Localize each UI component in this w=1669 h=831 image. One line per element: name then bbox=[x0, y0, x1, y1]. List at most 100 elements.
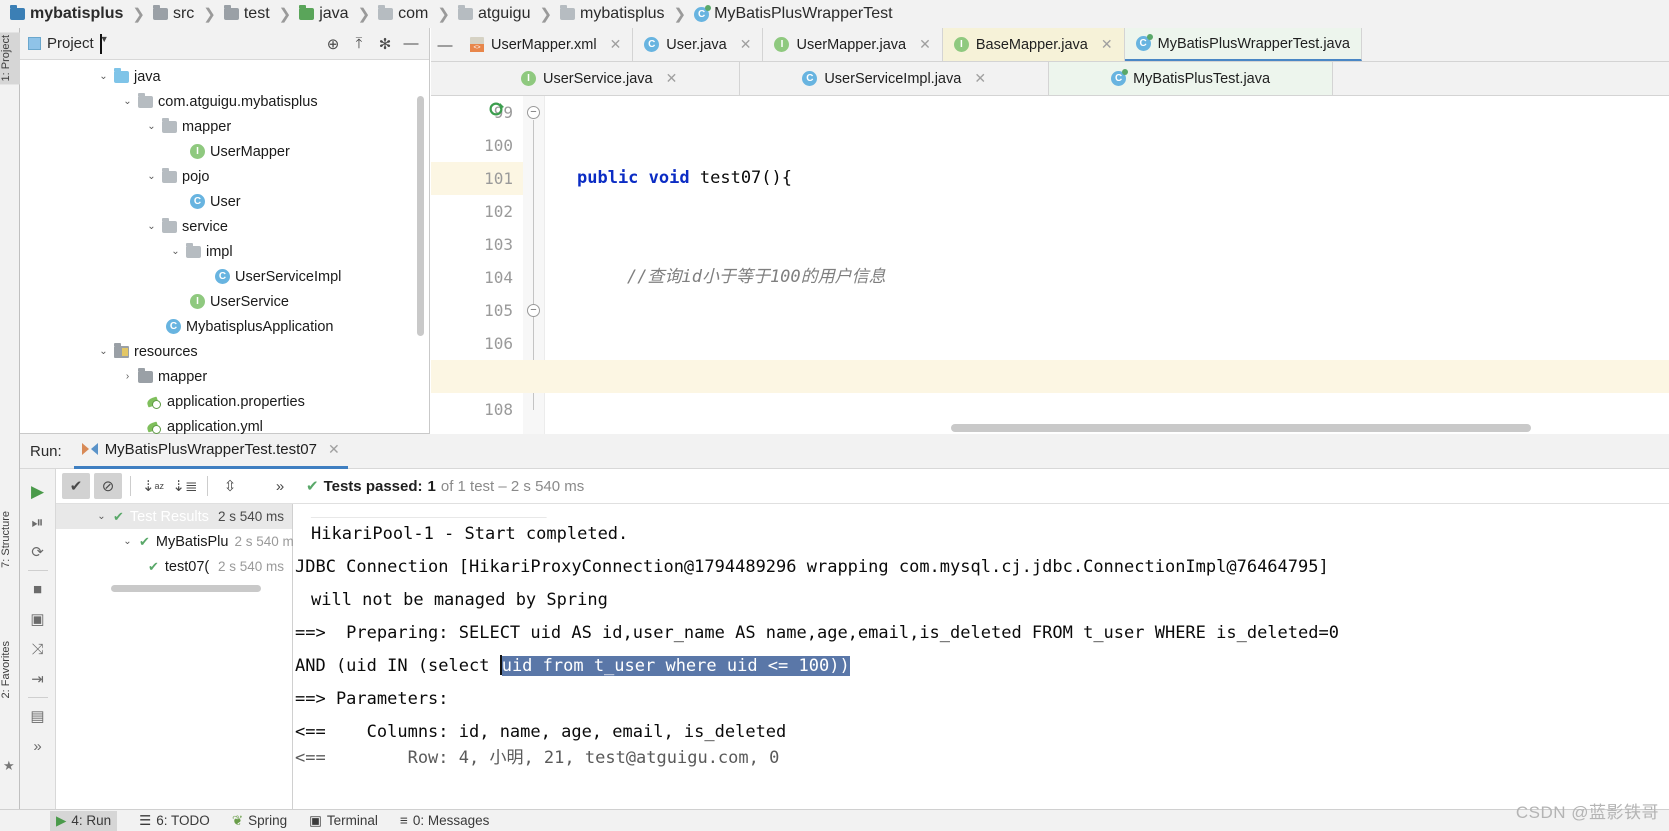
test-results-tree[interactable]: ⌄ ✔ Test Results 2 s 540 ms ⌄ ✔ MyBatisP… bbox=[56, 504, 300, 809]
sidebar-item-structure[interactable]: 7: Structure bbox=[0, 508, 20, 571]
run-configuration-tab[interactable]: MyBatisPlusWrapperTest.test07 ✕ bbox=[73, 434, 348, 469]
tree-item-application-properties[interactable]: application.properties bbox=[20, 389, 429, 414]
chevron-down-icon[interactable]: ⌄ bbox=[122, 536, 133, 547]
test-tree-root[interactable]: ⌄ ✔ Test Results 2 s 540 ms bbox=[56, 504, 292, 529]
passed-icon: ✔ bbox=[139, 533, 150, 549]
close-icon[interactable]: ✕ bbox=[1101, 36, 1113, 53]
expand-collapse-button[interactable]: ⇳ bbox=[216, 473, 244, 499]
layout-icon[interactable]: ▤ bbox=[23, 701, 53, 731]
tree-item-pojo[interactable]: ⌄ pojo bbox=[20, 164, 429, 189]
status-item-run[interactable]: ▶ 4: Run bbox=[50, 810, 118, 831]
tree-item-java[interactable]: ⌄ java bbox=[20, 64, 429, 89]
tab-usermapper-java[interactable]: I UserMapper.java ✕ bbox=[763, 28, 943, 61]
show-passed-button[interactable]: ✔ bbox=[62, 473, 90, 499]
chevron-down-icon[interactable]: ⌄ bbox=[96, 511, 107, 522]
more-options-button[interactable]: » bbox=[266, 473, 294, 499]
hide-ignored-button[interactable]: ⊘ bbox=[94, 473, 122, 499]
sidebar-item-project[interactable]: 1: Project bbox=[0, 32, 20, 85]
fold-collapse-icon[interactable]: − bbox=[527, 304, 540, 317]
code-editor[interactable]: 99 100 101 102 103 104 105 106 107 108 −… bbox=[431, 96, 1669, 434]
project-tool-window: Project ▼ ⊕ ⤒ ✻ — ⌄ java ⌄ com.atguigu.m… bbox=[20, 28, 430, 434]
chevron-down-icon[interactable]: ▼ bbox=[99, 33, 109, 54]
close-icon[interactable]: ✕ bbox=[610, 36, 622, 53]
test-tree-method[interactable]: ✔ test07( 2 s 540 ms bbox=[56, 554, 292, 579]
screenshot-icon[interactable]: ▣ bbox=[23, 604, 53, 634]
tree-item-usermapper[interactable]: I UserMapper bbox=[20, 139, 429, 164]
editor-horizontal-scrollbar[interactable] bbox=[951, 424, 1531, 432]
sidebar-item-favorites[interactable]: 2: Favorites bbox=[0, 638, 20, 701]
status-item-terminal[interactable]: ▣ Terminal bbox=[309, 813, 378, 829]
close-icon[interactable]: ✕ bbox=[328, 441, 340, 458]
import-icon[interactable]: ⇥ bbox=[23, 664, 53, 694]
tree-item-user[interactable]: C User bbox=[20, 189, 429, 214]
locate-icon[interactable]: ⊕ bbox=[323, 34, 343, 54]
export-icon[interactable]: ⤨ bbox=[23, 634, 53, 664]
breadcrumb-item-com[interactable]: com ❯ bbox=[376, 5, 456, 23]
code-content[interactable]: public void test07(){ //查询id小于等于100的用户信息… bbox=[431, 96, 1669, 434]
chevron-down-icon[interactable]: ⌄ bbox=[146, 171, 157, 182]
chevron-down-icon[interactable]: ⌄ bbox=[98, 346, 109, 357]
console-line-with-selection[interactable]: AND (uid IN (select uid from t_user wher… bbox=[293, 650, 1669, 683]
tree-item-mybatisplusapplication[interactable]: C MybatisplusApplication bbox=[20, 314, 429, 339]
tab-usermapper-xml[interactable]: UserMapper.xml ✕ bbox=[459, 28, 634, 61]
chevron-down-icon[interactable]: ⌄ bbox=[146, 221, 157, 232]
tree-item-com-atguigu-mybatisplus[interactable]: ⌄ com.atguigu.mybatisplus bbox=[20, 89, 429, 114]
project-tree-scrollbar[interactable] bbox=[417, 96, 424, 336]
fold-collapse-icon[interactable]: − bbox=[527, 106, 540, 119]
close-icon[interactable]: ✕ bbox=[666, 70, 678, 87]
line-number: 103 bbox=[484, 235, 513, 254]
run-side-toolbar: ▶ ⏯ ⟳ ■ ▣ ⤨ ⇥ ▤ » bbox=[20, 469, 56, 809]
tab-userservice-java[interactable]: I UserService.java ✕ bbox=[459, 62, 741, 95]
breadcrumb-item-test[interactable]: test ❯ bbox=[222, 5, 297, 23]
tree-item-resources-mapper[interactable]: › mapper bbox=[20, 364, 429, 389]
tab-mybatispluswrappertest-java[interactable]: C MyBatisPlusWrapperTest.java bbox=[1124, 28, 1362, 61]
breadcrumb-item-atguigu[interactable]: atguigu ❯ bbox=[456, 5, 558, 23]
stop-icon[interactable]: ■ bbox=[23, 574, 53, 604]
test-tree-class[interactable]: ⌄ ✔ MyBatisPlu 2 s 540 ms bbox=[56, 529, 300, 554]
breadcrumb-item-java[interactable]: java ❯ bbox=[297, 5, 376, 23]
status-item-messages[interactable]: ≡ 0: Messages bbox=[400, 813, 489, 828]
hide-icon[interactable]: — bbox=[401, 34, 421, 54]
close-icon[interactable]: ✕ bbox=[740, 36, 752, 53]
tree-item-resources[interactable]: ⌄ resources bbox=[20, 339, 429, 364]
chevron-right-icon[interactable]: › bbox=[122, 371, 133, 382]
breadcrumb-item-mybatisplus-pkg[interactable]: mybatisplus ❯ bbox=[558, 5, 692, 23]
breadcrumb-item-src[interactable]: src ❯ bbox=[151, 5, 222, 23]
breadcrumb-item-mybatisplus[interactable]: mybatisplus ❯ bbox=[8, 5, 151, 23]
tab-mybatisplustest-java[interactable]: C MyBatisPlusTest.java bbox=[1049, 62, 1334, 95]
interface-icon: I bbox=[190, 294, 205, 309]
status-item-label: 4: Run bbox=[71, 813, 112, 828]
breadcrumb-item-testclass[interactable]: C MyBatisPlusWrapperTest bbox=[692, 4, 894, 23]
chevron-down-icon[interactable]: ⌄ bbox=[170, 246, 181, 257]
project-tree[interactable]: ⌄ java ⌄ com.atguigu.mybatisplus ⌄ mappe… bbox=[20, 60, 429, 434]
settings-gear-icon[interactable]: ✻ bbox=[375, 34, 395, 54]
chevron-down-icon[interactable]: ⌄ bbox=[98, 71, 109, 82]
close-icon[interactable]: ✕ bbox=[919, 36, 931, 53]
collapse-all-icon[interactable]: ⤒ bbox=[349, 34, 369, 54]
sort-by-duration-button[interactable]: ⇣≣ bbox=[171, 473, 199, 499]
rerun-failed-icon[interactable]: ⏯ bbox=[23, 507, 53, 537]
more-icon[interactable]: » bbox=[23, 731, 53, 761]
chevron-down-icon[interactable]: ⌄ bbox=[122, 96, 133, 107]
test-duration: 2 s 540 ms bbox=[217, 509, 284, 524]
tab-userserviceimpl-java[interactable]: C UserServiceImpl.java ✕ bbox=[740, 62, 1050, 95]
chevron-down-icon[interactable]: ⌄ bbox=[146, 121, 157, 132]
tree-item-mapper[interactable]: ⌄ mapper bbox=[20, 114, 429, 139]
rerun-icon[interactable]: ▶ bbox=[23, 477, 53, 507]
hide-editor-icon[interactable]: — bbox=[431, 28, 459, 62]
tree-item-impl[interactable]: ⌄ impl bbox=[20, 239, 429, 264]
status-item-todo[interactable]: ☰ 6: TODO bbox=[139, 813, 210, 829]
tab-user-java[interactable]: C User.java ✕ bbox=[633, 28, 764, 61]
test-tree-scrollbar[interactable] bbox=[111, 585, 261, 592]
tree-item-userserviceimpl[interactable]: C UserServiceImpl bbox=[20, 264, 429, 289]
console-output[interactable]: ▁▁▁▁▁▁▁▁▁▁▁▁▁▁▁▁▁▁▁▁▁▁▁ HikariPool-1 - S… bbox=[293, 504, 1669, 809]
toggle-auto-test-icon[interactable]: ⟳ bbox=[23, 537, 53, 567]
run-test-gutter-icon[interactable] bbox=[489, 101, 505, 117]
status-item-spring[interactable]: ❦ Spring bbox=[232, 813, 287, 829]
tab-basemapper-java[interactable]: I BaseMapper.java ✕ bbox=[942, 28, 1125, 61]
tree-item-userservice[interactable]: I UserService bbox=[20, 289, 429, 314]
sort-alphabetically-button[interactable]: ⇣ az bbox=[139, 473, 167, 499]
close-icon[interactable]: ✕ bbox=[974, 70, 986, 87]
tree-item-service[interactable]: ⌄ service bbox=[20, 214, 429, 239]
tree-item-application-yml[interactable]: application.yml bbox=[20, 414, 429, 434]
